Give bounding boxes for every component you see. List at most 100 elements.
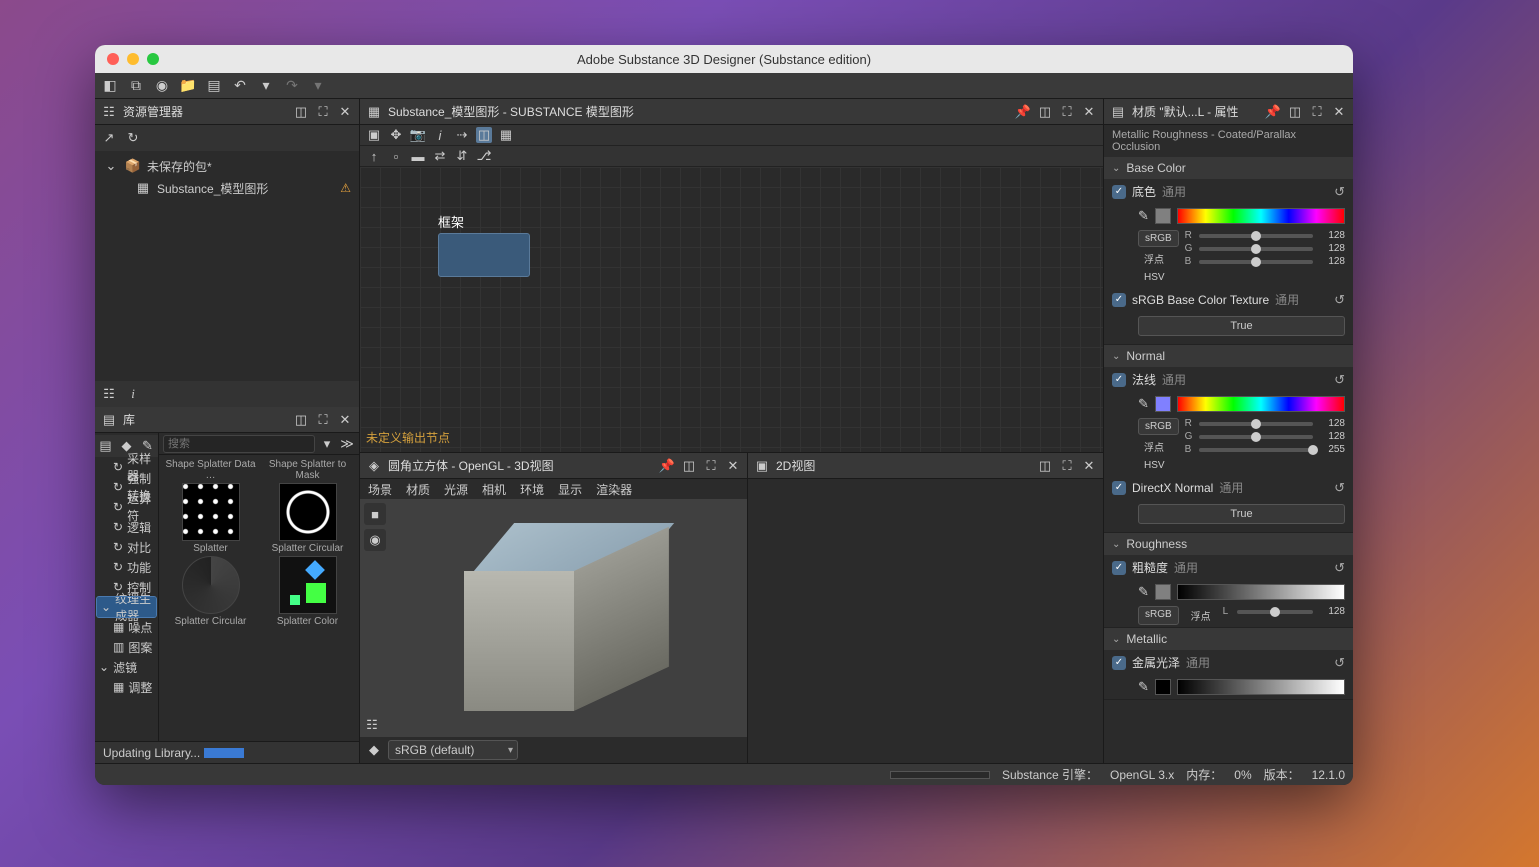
package-row[interactable]: ⌄ 📦 未保存的包* bbox=[95, 155, 359, 177]
thumb-splatter-circular2[interactable]: Splatter Circular bbox=[163, 556, 258, 627]
video-icon[interactable]: ■ bbox=[364, 503, 386, 525]
save-icon[interactable]: ▤ bbox=[205, 77, 223, 95]
view2d-viewport[interactable] bbox=[748, 479, 1103, 763]
close-icon[interactable] bbox=[107, 53, 119, 65]
folder-icon[interactable]: 📁 bbox=[179, 77, 197, 95]
undo-icon[interactable]: ↶ bbox=[231, 77, 249, 95]
mode-srgb[interactable]: sRGB bbox=[1138, 606, 1179, 625]
gray-swatch[interactable] bbox=[1155, 679, 1171, 695]
slider-l[interactable]: L128 bbox=[1223, 606, 1345, 617]
colorspace-dropdown[interactable]: sRGB (default) bbox=[388, 740, 518, 760]
lib-item-function[interactable]: ↻功能 bbox=[95, 557, 158, 577]
menu-renderer[interactable]: 渲染器 bbox=[596, 481, 632, 498]
dock-icon[interactable]: ◫ bbox=[293, 412, 309, 428]
mode-hsv[interactable]: HSV bbox=[1138, 458, 1171, 473]
hierarchy-icon[interactable]: ☷ bbox=[364, 717, 380, 733]
true-button[interactable]: True bbox=[1138, 316, 1345, 336]
undo-menu-icon[interactable]: ▾ bbox=[257, 77, 275, 95]
filter-icon[interactable]: ▾ bbox=[319, 436, 335, 452]
thumb-shape-splatter-mask[interactable]: Shape Splatter to Mask bbox=[260, 459, 355, 481]
hue-gradient[interactable] bbox=[1177, 396, 1345, 412]
minimize-icon[interactable] bbox=[127, 53, 139, 65]
eyedropper-icon[interactable]: ✎ bbox=[1138, 584, 1149, 600]
gray-swatch[interactable] bbox=[1155, 584, 1171, 600]
maximize-panel-icon[interactable]: ⛶ bbox=[703, 458, 719, 474]
mode-float[interactable]: 浮点 bbox=[1185, 606, 1217, 625]
dock-icon[interactable]: ◫ bbox=[1287, 104, 1303, 120]
align-icon[interactable]: ⇄ bbox=[432, 148, 448, 164]
dock-icon[interactable]: ◫ bbox=[681, 458, 697, 474]
hierarchy-icon[interactable]: ☷ bbox=[101, 386, 117, 402]
maximize-icon[interactable] bbox=[147, 53, 159, 65]
lib-item-contrast[interactable]: ↻对比 bbox=[95, 537, 158, 557]
section-header-roughness[interactable]: ⌄Roughness bbox=[1104, 533, 1353, 555]
reset-icon[interactable]: ↺ bbox=[1334, 560, 1345, 576]
close-panel-icon[interactable]: ✕ bbox=[337, 412, 353, 428]
thumb-splatter-color[interactable]: Splatter Color bbox=[260, 556, 355, 627]
eyedropper-icon[interactable]: ✎ bbox=[1138, 208, 1149, 224]
mode-srgb[interactable]: sRGB bbox=[1138, 418, 1179, 435]
reset-icon[interactable]: ↺ bbox=[1334, 480, 1345, 496]
close-panel-icon[interactable]: ✕ bbox=[337, 104, 353, 120]
menu-display[interactable]: 显示 bbox=[558, 481, 582, 498]
menu-material[interactable]: 材质 bbox=[406, 481, 430, 498]
redo-menu-icon[interactable]: ▾ bbox=[309, 77, 327, 95]
eyedropper-icon[interactable]: ✎ bbox=[1138, 679, 1149, 695]
lib-item-filter[interactable]: ⌄滤镜 bbox=[95, 657, 158, 677]
graph-row[interactable]: ▦ Substance_模型图形 ⚠ bbox=[95, 177, 359, 199]
dock-icon[interactable]: ◫ bbox=[293, 104, 309, 120]
menu-camera[interactable]: 相机 bbox=[482, 481, 506, 498]
info-icon[interactable]: i bbox=[432, 127, 448, 143]
close-panel-icon[interactable]: ✕ bbox=[1081, 458, 1097, 474]
thumb-splatter-circular[interactable]: Splatter Circular bbox=[260, 483, 355, 554]
slider-b[interactable]: B255 bbox=[1185, 444, 1345, 455]
folder-icon[interactable]: ▤ bbox=[99, 438, 112, 454]
redo-icon[interactable]: ↷ bbox=[283, 77, 301, 95]
slider-b[interactable]: B128 bbox=[1185, 256, 1345, 267]
pin-icon[interactable]: 📌 bbox=[1015, 104, 1031, 120]
lib-item-operator[interactable]: ↻运算符 bbox=[95, 497, 158, 517]
enable-checkbox[interactable]: ✓ bbox=[1112, 185, 1126, 199]
eyedropper-icon[interactable]: ✎ bbox=[1138, 396, 1149, 412]
slider-g[interactable]: G128 bbox=[1185, 431, 1345, 442]
lib-item-texgen[interactable]: ⌄纹理生成器 bbox=[97, 597, 156, 617]
section-header-normal[interactable]: ⌄Normal bbox=[1104, 345, 1353, 367]
enable-checkbox[interactable]: ✓ bbox=[1112, 373, 1126, 387]
slider-r[interactable]: R128 bbox=[1185, 418, 1345, 429]
section-header-metallic[interactable]: ⌄Metallic bbox=[1104, 628, 1353, 650]
camera-icon[interactable]: 📷 bbox=[410, 127, 426, 143]
close-panel-icon[interactable]: ✕ bbox=[725, 458, 741, 474]
import-icon[interactable]: ↻ bbox=[125, 130, 141, 146]
dock-icon[interactable]: ◫ bbox=[1037, 104, 1053, 120]
enable-checkbox[interactable]: ✓ bbox=[1112, 293, 1126, 307]
info-icon[interactable]: i bbox=[125, 386, 141, 402]
hue-gradient[interactable] bbox=[1177, 208, 1345, 224]
frame-node[interactable]: 框架 bbox=[438, 212, 530, 277]
pin2-icon[interactable]: ↑ bbox=[366, 148, 382, 164]
bulb-icon[interactable]: ◉ bbox=[364, 529, 386, 551]
select-icon[interactable]: ▣ bbox=[366, 127, 382, 143]
highlight-icon[interactable]: ◫ bbox=[476, 127, 492, 143]
menu-light[interactable]: 光源 bbox=[444, 481, 468, 498]
more-icon[interactable]: ≫ bbox=[339, 436, 355, 452]
new-icon[interactable]: ◧ bbox=[101, 77, 119, 95]
mode-float[interactable]: 浮点 bbox=[1138, 437, 1170, 456]
thumb-splatter[interactable]: Splatter bbox=[163, 483, 258, 554]
reset-icon[interactable]: ↺ bbox=[1334, 655, 1345, 671]
save2-icon[interactable]: ▫ bbox=[388, 148, 404, 164]
export-icon[interactable]: ↗ bbox=[101, 130, 117, 146]
graph-canvas[interactable]: 框架 未定义输出节点 bbox=[360, 167, 1103, 452]
maximize-panel-icon[interactable]: ⛶ bbox=[1059, 458, 1075, 474]
slider-g[interactable]: G128 bbox=[1185, 243, 1345, 254]
mode-srgb[interactable]: sRGB bbox=[1138, 230, 1179, 247]
move-icon[interactable]: ✥ bbox=[388, 127, 404, 143]
thumb-shape-splatter-data[interactable]: Shape Splatter Data … bbox=[163, 459, 258, 481]
color-swatch[interactable] bbox=[1155, 396, 1171, 412]
lib-item-logic[interactable]: ↻逻辑 bbox=[95, 517, 158, 537]
dock-icon[interactable]: ◫ bbox=[1037, 458, 1053, 474]
reset-icon[interactable]: ↺ bbox=[1334, 292, 1345, 308]
close-panel-icon[interactable]: ✕ bbox=[1331, 104, 1347, 120]
close-panel-icon[interactable]: ✕ bbox=[1081, 104, 1097, 120]
comment-icon[interactable]: ▬ bbox=[410, 148, 426, 164]
true-button[interactable]: True bbox=[1138, 504, 1345, 524]
